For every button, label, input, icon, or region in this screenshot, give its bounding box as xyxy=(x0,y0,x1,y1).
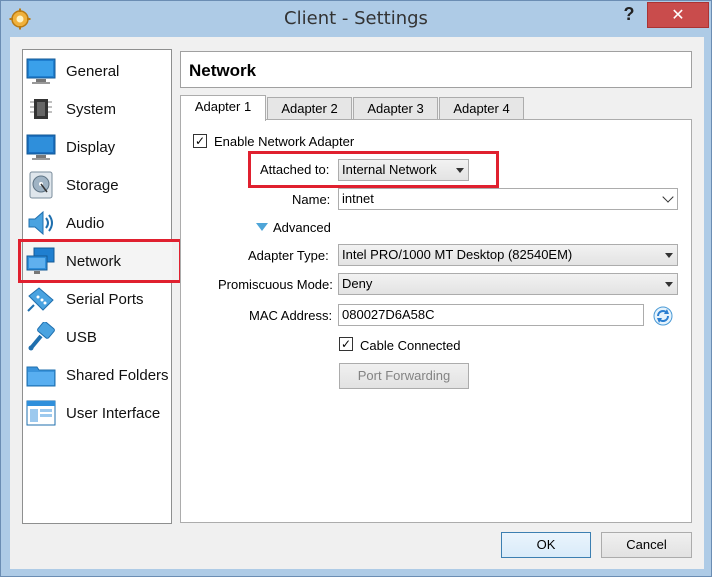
adapter-type-select[interactable]: Intel PRO/1000 MT Desktop (82540EM) xyxy=(338,244,678,266)
shared-folders-icon xyxy=(26,366,56,387)
general-icon xyxy=(26,58,56,84)
sidebar-item-label: USB xyxy=(66,329,97,346)
promiscuous-mode-select[interactable]: Deny xyxy=(338,273,678,295)
tab-adapter-4[interactable]: Adapter 4 xyxy=(439,97,524,120)
sidebar-item-label: Storage xyxy=(66,177,119,194)
window-title: Client - Settings xyxy=(284,8,428,29)
attached-to-value: Internal Network xyxy=(342,162,437,177)
serial-ports-icon xyxy=(27,287,54,312)
enable-adapter-label: Enable Network Adapter xyxy=(214,134,355,149)
sidebar-item-label: General xyxy=(66,63,120,80)
network-name-field[interactable]: intnet xyxy=(338,188,678,210)
network-icon xyxy=(26,247,55,274)
cable-connected-checkbox[interactable]: ✓ xyxy=(339,337,353,351)
sidebar-item-label: User Interface xyxy=(66,405,161,422)
sidebar-item-label: System xyxy=(66,101,117,118)
settings-window: Client - Settings ? ✕ General System Dis… xyxy=(0,0,712,577)
sidebar-item-audio[interactable]: Audio xyxy=(23,204,172,242)
sidebar-item-general[interactable]: General xyxy=(23,52,172,90)
system-icon xyxy=(30,99,52,119)
tab-adapter-1[interactable]: Adapter 1 xyxy=(180,95,266,121)
sidebar-item-label: Serial Ports xyxy=(66,291,144,308)
sidebar-item-shared-folders[interactable]: Shared Folders xyxy=(23,356,172,394)
network-name-value: intnet xyxy=(342,191,374,206)
sidebar-item-user-interface[interactable]: User Interface xyxy=(23,394,172,432)
sidebar-item-label: Audio xyxy=(66,215,105,232)
tab-adapter-2[interactable]: Adapter 2 xyxy=(267,97,352,120)
page-title: Network xyxy=(189,61,257,80)
sidebar-item-label: Shared Folders xyxy=(66,367,169,384)
sidebar-item-display[interactable]: Display xyxy=(23,128,172,166)
dialog-body: General System Display Storage Audio Net… xyxy=(10,37,704,569)
tab-adapter-3[interactable]: Adapter 3 xyxy=(353,97,438,120)
usb-icon xyxy=(28,322,55,351)
sidebar-item-storage[interactable]: Storage xyxy=(23,166,172,204)
storage-icon xyxy=(29,171,53,199)
name-label: Name: xyxy=(292,192,331,207)
display-icon xyxy=(26,134,56,160)
settings-sidebar: General System Display Storage Audio Net… xyxy=(22,49,172,524)
sidebar-item-usb[interactable]: USB xyxy=(23,318,172,356)
ok-button[interactable]: OK xyxy=(501,532,591,558)
chevron-down-icon xyxy=(662,191,674,203)
sidebar-item-label: Network xyxy=(66,253,122,270)
attached-to-label: Attached to: xyxy=(260,162,330,177)
promiscuous-mode-value: Deny xyxy=(342,276,373,291)
user-interface-icon xyxy=(26,400,56,426)
adapter-type-value: Intel PRO/1000 MT Desktop (82540EM) xyxy=(342,247,573,262)
enable-adapter-checkbox[interactable]: ✓ xyxy=(193,134,207,148)
sidebar-item-serial-ports[interactable]: Serial Ports xyxy=(23,280,172,318)
sidebar-item-network[interactable]: Network xyxy=(23,242,172,280)
cable-connected-label: Cable Connected xyxy=(360,338,461,353)
port-forwarding-button[interactable]: Port Forwarding xyxy=(339,363,469,389)
cancel-button[interactable]: Cancel xyxy=(601,532,692,558)
sidebar-item-system[interactable]: System xyxy=(23,90,172,128)
promiscuous-mode-label: Promiscuous Mode: xyxy=(218,277,333,292)
dropdown-arrow-icon xyxy=(665,282,673,287)
mac-address-value: 080027D6A58C xyxy=(342,307,435,322)
audio-icon xyxy=(28,210,53,236)
refresh-mac-icon[interactable] xyxy=(652,305,674,327)
help-button[interactable]: ? xyxy=(615,4,643,28)
mac-address-field[interactable]: 080027D6A58C xyxy=(338,304,644,326)
dropdown-arrow-icon xyxy=(456,168,464,173)
sidebar-item-label: Display xyxy=(66,139,116,156)
advanced-toggle[interactable]: Advanced xyxy=(273,220,331,235)
attached-to-select[interactable]: Internal Network xyxy=(338,159,469,181)
close-button[interactable]: ✕ xyxy=(647,2,709,28)
dropdown-arrow-icon xyxy=(665,253,673,258)
mac-address-label: MAC Address: xyxy=(249,308,333,323)
title-bar: Client - Settings ? ✕ xyxy=(1,1,711,37)
advanced-expand-icon[interactable] xyxy=(256,223,268,231)
adapter-type-label: Adapter Type: xyxy=(248,248,329,263)
section-header: Network xyxy=(180,51,692,88)
